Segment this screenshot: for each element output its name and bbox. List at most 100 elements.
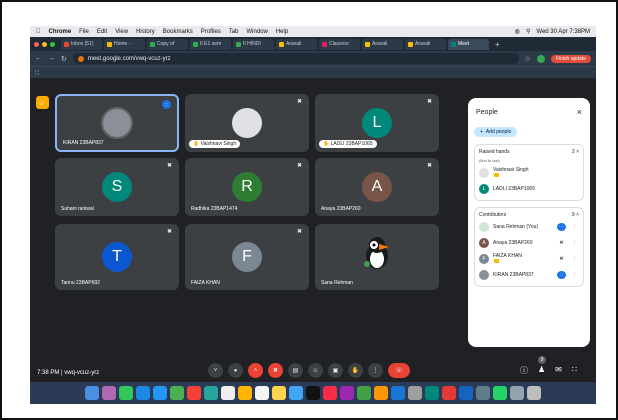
site-info-icon[interactable]	[77, 55, 84, 62]
downloads-icon[interactable]	[510, 386, 524, 400]
raised-hand-notification-icon[interactable]: ✋	[36, 96, 49, 109]
list-item[interactable]: A Anaya 23BAP260 ✖ ⋮	[479, 235, 579, 251]
search-icon[interactable]: ⚲	[526, 28, 530, 35]
tab-inbox[interactable]: Inbox (51)	[61, 38, 102, 50]
messages-icon[interactable]	[119, 386, 133, 400]
video-tile-radhika[interactable]: R ✖ Radhika 23BAP1474	[185, 158, 309, 216]
mic-icon[interactable]: ●	[228, 363, 243, 378]
back-icon[interactable]: ←	[35, 55, 42, 62]
tab-e1[interactable]: II E1 sem	[190, 38, 231, 50]
podcasts-icon[interactable]	[340, 386, 354, 400]
mail-icon[interactable]	[153, 386, 167, 400]
video-tile-sana[interactable]: Sana Rehman	[315, 224, 439, 290]
zoom-window-icon[interactable]	[50, 41, 55, 47]
reload-icon[interactable]: ↻	[61, 55, 67, 63]
video-tile-kiran[interactable]: ∷ KIRAN 23BAP837	[55, 94, 179, 152]
finder-window-icon[interactable]	[476, 386, 490, 400]
address-bar[interactable]: meet.google.com/vwq-vcuz-yrz	[72, 53, 519, 64]
apple-icon[interactable]: 	[36, 29, 41, 35]
list-item[interactable]: Sana Rehman (You) ⋯ ⋮	[479, 219, 579, 235]
close-window-icon[interactable]	[34, 41, 39, 47]
chat-icon[interactable]: ✉	[555, 365, 562, 376]
video-tile-vaishnavi[interactable]: ✖ ✋ Vaishnavi Singh	[185, 94, 309, 152]
list-item[interactable]: L LADLI 23BAP1065	[479, 181, 579, 197]
kebab-menu-icon[interactable]: ⋮	[570, 224, 579, 230]
photos-icon[interactable]	[187, 386, 201, 400]
kebab-menu-icon[interactable]: ⋮	[570, 272, 579, 278]
close-icon[interactable]: ×	[577, 107, 582, 117]
captions-icon[interactable]: ▤	[288, 363, 303, 378]
audio-options-icon[interactable]: ˅	[208, 363, 223, 378]
kebab-menu-icon[interactable]: ⋮	[570, 240, 579, 246]
bookmark-star-icon[interactable]: ☆	[525, 55, 531, 63]
video-tile-faiza[interactable]: F ✖ FAIZA KHAN	[185, 224, 309, 290]
safari-icon[interactable]	[136, 386, 150, 400]
wifi-icon[interactable]: ◍	[515, 28, 520, 35]
kebab-menu-icon[interactable]: ⋮	[570, 256, 579, 262]
tab-copy[interactable]: Copy of	[147, 38, 188, 50]
forward-icon[interactable]: →	[48, 55, 55, 62]
list-item[interactable]: Vaishnavi Singh	[479, 165, 579, 181]
calendar-icon[interactable]	[221, 386, 235, 400]
tab-aravali-3[interactable]: Aravali	[405, 38, 446, 50]
meet-app-icon[interactable]	[425, 386, 439, 400]
people-icon[interactable]: ♟	[538, 365, 545, 376]
menu-edit[interactable]: Edit	[97, 29, 107, 35]
numbers-icon[interactable]	[357, 386, 371, 400]
video-tile-suhani[interactable]: S ✖ Suhani raniwal	[55, 158, 179, 216]
info-icon[interactable]: ⓘ	[520, 365, 528, 376]
tab-classroom[interactable]: Classroo	[319, 38, 360, 50]
launchpad-icon[interactable]	[102, 386, 116, 400]
tab-meet[interactable]: Meet	[448, 38, 489, 50]
tv-icon[interactable]	[306, 386, 320, 400]
facetime-icon[interactable]	[204, 386, 218, 400]
finder-icon[interactable]	[85, 386, 99, 400]
present-icon[interactable]: ▣	[328, 363, 343, 378]
video-tile-anaya[interactable]: A ✖ Anaya 23BAP260	[315, 158, 439, 216]
tab-aravali-2[interactable]: Aravali	[362, 38, 403, 50]
apps-grid-icon[interactable]: ∷	[35, 69, 39, 77]
activities-icon[interactable]: ∷	[572, 365, 577, 376]
menu-tab[interactable]: Tab	[229, 29, 239, 35]
menu-profiles[interactable]: Profiles	[201, 29, 221, 35]
menu-help[interactable]: Help	[276, 29, 288, 35]
settings-icon[interactable]	[408, 386, 422, 400]
menu-history[interactable]: History	[136, 29, 155, 35]
camera-off-icon[interactable]: ✖	[268, 363, 283, 378]
minimize-window-icon[interactable]	[42, 41, 47, 47]
trash-icon[interactable]	[527, 386, 541, 400]
video-tile-tannu[interactable]: T ✖ Tannu 23BAP692	[55, 224, 179, 290]
menu-bookmarks[interactable]: Bookmarks	[163, 29, 193, 35]
list-item[interactable]: KIRAN 23BAP837 ∷ ⋮	[479, 267, 579, 283]
add-people-button[interactable]: + Add people	[474, 127, 518, 137]
more-options-icon[interactable]: ⋮	[368, 363, 383, 378]
menu-view[interactable]: View	[115, 29, 128, 35]
chrome-icon[interactable]	[442, 386, 456, 400]
finish-update-button[interactable]: Finish update	[550, 54, 591, 63]
video-options-icon[interactable]: ˄	[248, 363, 263, 378]
new-tab-icon[interactable]: +	[495, 40, 500, 49]
tab-home[interactable]: Home -	[104, 38, 145, 50]
pages-icon[interactable]	[374, 386, 388, 400]
music-icon[interactable]	[323, 386, 337, 400]
preview-icon[interactable]	[459, 386, 473, 400]
tab-aravali-1[interactable]: Aravali	[276, 38, 317, 50]
menu-window[interactable]: Window	[246, 29, 267, 35]
video-tile-ladli[interactable]: L ✖ ✋ LADLI 23BAP1065	[315, 94, 439, 152]
contributors-header[interactable]: Contributors 9 ˄	[479, 211, 579, 219]
contacts-icon[interactable]	[238, 386, 252, 400]
list-item[interactable]: F FAIZA KHAN ✖ ⋮	[479, 251, 579, 267]
freeform-icon[interactable]	[289, 386, 303, 400]
app-store-icon[interactable]	[391, 386, 405, 400]
notes-icon[interactable]	[272, 386, 286, 400]
maps-icon[interactable]	[170, 386, 184, 400]
more-options-icon[interactable]: ⋯	[557, 223, 566, 231]
tab-hindi[interactable]: II HINDI	[233, 38, 274, 50]
leave-call-button[interactable]: ☏	[388, 363, 410, 378]
datetime[interactable]: Wed 30 Apr 7:38PM	[536, 29, 590, 35]
profile-avatar[interactable]	[536, 54, 545, 63]
emoji-icon[interactable]: ☺	[308, 363, 323, 378]
raised-hands-header[interactable]: Raised hands 2 ˄	[479, 148, 579, 156]
reminders-icon[interactable]	[255, 386, 269, 400]
menu-app[interactable]: Chrome	[49, 29, 72, 35]
